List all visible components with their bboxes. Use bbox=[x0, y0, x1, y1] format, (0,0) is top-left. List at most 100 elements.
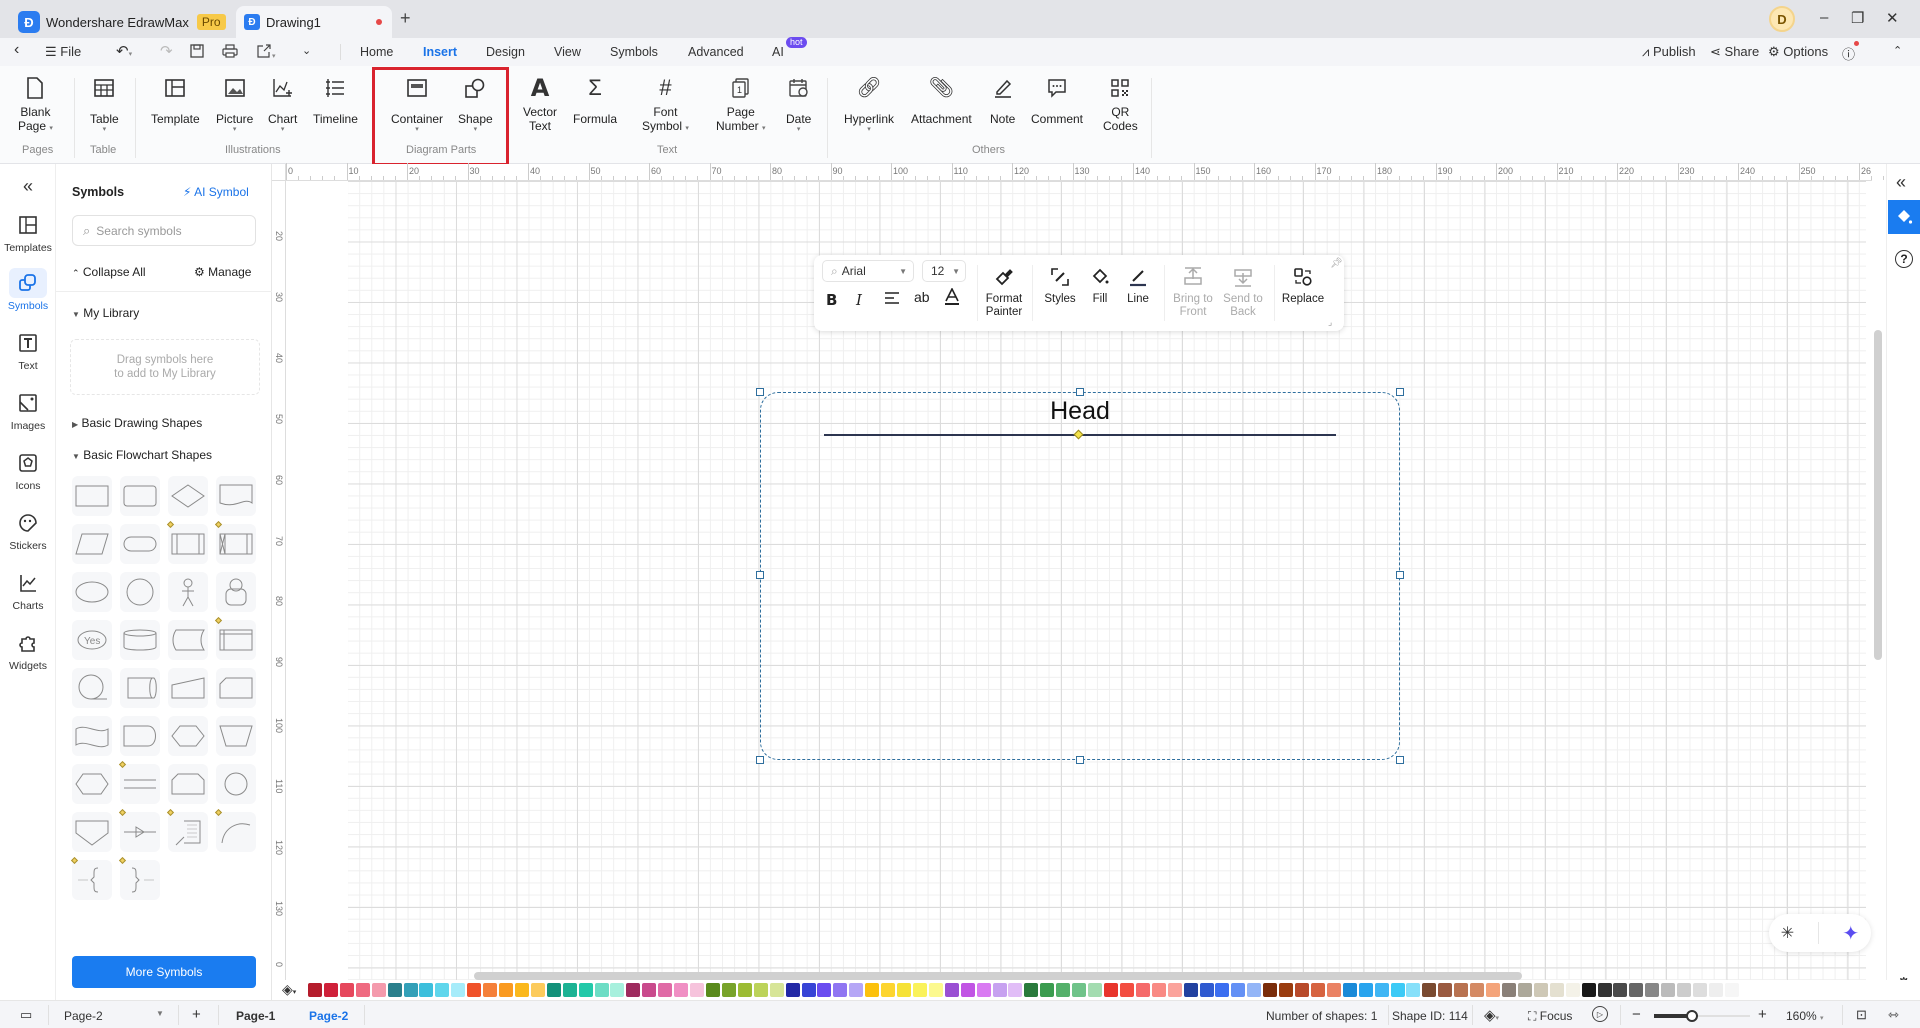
color-swatch[interactable] bbox=[833, 983, 848, 997]
color-swatch[interactable] bbox=[1677, 983, 1692, 997]
shape-item-decision[interactable] bbox=[168, 476, 208, 516]
nav-symbols[interactable]: Symbols bbox=[0, 268, 56, 312]
color-swatch[interactable] bbox=[530, 983, 545, 997]
bring-to-front-button[interactable]: Bring to Front bbox=[1168, 265, 1218, 319]
shape-item-arc[interactable] bbox=[214, 808, 256, 852]
fill-dropper-icon[interactable]: ◈▾ bbox=[282, 981, 296, 998]
color-swatch[interactable] bbox=[339, 983, 354, 997]
shape-item-card-tape[interactable] bbox=[168, 620, 208, 660]
color-swatch[interactable] bbox=[1422, 983, 1437, 997]
shape-item-user[interactable] bbox=[216, 572, 256, 612]
font-color-button[interactable] bbox=[944, 287, 960, 310]
color-swatch[interactable] bbox=[419, 983, 434, 997]
color-swatch[interactable] bbox=[992, 983, 1007, 997]
chart-button[interactable]: Chart ▾ bbox=[268, 76, 297, 134]
zoom-slider-thumb[interactable] bbox=[1686, 1010, 1699, 1022]
shape-item-card[interactable] bbox=[168, 764, 208, 804]
shape-item-ellipse[interactable] bbox=[72, 572, 112, 612]
note-button[interactable]: Note bbox=[990, 76, 1015, 126]
ai-symbol-button[interactable]: ⚡︎ AI Symbol bbox=[183, 185, 249, 199]
attachment-button[interactable]: 📎︎ Attachment bbox=[911, 76, 972, 126]
vector-text-button[interactable]: A Vector Text bbox=[523, 76, 557, 133]
share-button[interactable]: ⋖ Share bbox=[1710, 44, 1759, 60]
shape-item-off-page-reference[interactable] bbox=[72, 812, 112, 852]
add-page-button[interactable]: + bbox=[192, 1006, 201, 1023]
color-swatch[interactable] bbox=[1310, 983, 1325, 997]
color-swatch[interactable] bbox=[769, 983, 784, 997]
shape-item-manual-input[interactable] bbox=[168, 668, 208, 708]
ai-star-icon[interactable]: ✦ bbox=[1842, 921, 1859, 946]
tab-design[interactable]: Design bbox=[486, 45, 525, 59]
color-swatch[interactable] bbox=[658, 983, 673, 997]
color-swatch[interactable] bbox=[1119, 983, 1134, 997]
tab-insert[interactable]: Insert bbox=[423, 45, 457, 59]
color-swatch[interactable] bbox=[1661, 983, 1676, 997]
color-swatch[interactable] bbox=[1502, 983, 1516, 997]
table-button[interactable]: Table ▾ bbox=[90, 76, 119, 134]
color-swatch[interactable] bbox=[1549, 983, 1564, 997]
styles-button[interactable]: Styles bbox=[1038, 265, 1082, 306]
shape-item-connector[interactable] bbox=[216, 764, 256, 804]
user-avatar[interactable]: D bbox=[1769, 6, 1795, 32]
nav-widgets[interactable]: Widgets bbox=[0, 628, 56, 672]
shape-item-loop-limit[interactable] bbox=[216, 668, 256, 708]
tab-view[interactable]: View bbox=[554, 45, 581, 59]
line-button[interactable]: Line bbox=[1118, 265, 1158, 306]
more-quick-actions-icon[interactable]: ⌄ bbox=[302, 44, 311, 57]
new-tab-button[interactable]: + bbox=[400, 8, 411, 29]
collapse-panel-icon[interactable]: « bbox=[0, 176, 56, 197]
color-swatch[interactable] bbox=[897, 983, 912, 997]
template-button[interactable]: Template bbox=[151, 76, 200, 126]
undo-icon[interactable]: ↶▾ bbox=[116, 42, 132, 60]
color-swatch[interactable] bbox=[1724, 983, 1739, 997]
color-swatch[interactable] bbox=[1693, 983, 1708, 997]
page-tab-2[interactable]: Page-2 bbox=[309, 1009, 348, 1023]
hyperlink-button[interactable]: 🔗︎ Hyperlink ▾ bbox=[844, 76, 894, 134]
color-swatch[interactable] bbox=[706, 983, 720, 997]
zoom-in-button[interactable]: + bbox=[1758, 1006, 1767, 1023]
color-swatch[interactable] bbox=[499, 983, 514, 997]
manage-button[interactable]: ⚙ Manage bbox=[194, 265, 251, 279]
basic-drawing-shapes-header[interactable]: ▶ Basic Drawing Shapes bbox=[72, 416, 202, 430]
resize-handle[interactable] bbox=[756, 388, 764, 396]
zoom-out-button[interactable]: − bbox=[1632, 1006, 1641, 1023]
color-swatch[interactable] bbox=[403, 983, 418, 997]
save-icon[interactable] bbox=[190, 44, 204, 61]
nav-charts[interactable]: Charts bbox=[0, 568, 56, 612]
page-number-button[interactable]: 1 Page Number ▾ bbox=[716, 76, 766, 133]
basic-flowchart-shapes-header[interactable]: ▼ Basic Flowchart Shapes bbox=[72, 448, 212, 462]
resize-handle[interactable] bbox=[1396, 388, 1404, 396]
color-swatch[interactable] bbox=[912, 983, 927, 997]
color-swatch[interactable] bbox=[642, 983, 657, 997]
nav-text[interactable]: Text bbox=[0, 328, 56, 372]
blank-page-button[interactable]: Blank Page ▾ bbox=[18, 76, 53, 133]
formula-button[interactable]: Σ Formula bbox=[573, 76, 617, 127]
play-presentation-icon[interactable]: ▷ bbox=[1592, 1006, 1608, 1022]
color-swatch[interactable] bbox=[785, 983, 800, 997]
color-swatch[interactable] bbox=[387, 983, 402, 997]
options-button[interactable]: ⚙ Options bbox=[1768, 44, 1828, 60]
color-swatch[interactable] bbox=[578, 983, 593, 997]
shape-item-delay[interactable] bbox=[120, 716, 160, 756]
color-swatch[interactable] bbox=[1040, 983, 1055, 997]
color-swatch[interactable] bbox=[562, 983, 577, 997]
color-swatch[interactable] bbox=[355, 983, 370, 997]
bold-button[interactable]: B bbox=[826, 291, 837, 309]
color-swatch[interactable] bbox=[881, 983, 896, 997]
color-swatch[interactable] bbox=[976, 983, 991, 997]
color-swatch[interactable] bbox=[1581, 983, 1596, 997]
page-panel-toggle-icon[interactable]: ▭ bbox=[20, 1007, 32, 1023]
shape-item-actor[interactable] bbox=[168, 572, 208, 612]
color-swatch[interactable] bbox=[1183, 983, 1198, 997]
color-swatch[interactable] bbox=[594, 983, 609, 997]
shape-item-process[interactable] bbox=[72, 476, 112, 516]
shape-item-predefined-process-2[interactable] bbox=[214, 520, 256, 564]
my-library-header[interactable]: ▼ My Library bbox=[72, 306, 139, 320]
color-swatch[interactable] bbox=[1597, 983, 1612, 997]
zoom-level-select[interactable]: 160% ▾ bbox=[1786, 1009, 1824, 1023]
color-swatch[interactable] bbox=[1517, 983, 1532, 997]
resize-handle[interactable] bbox=[756, 571, 764, 579]
color-swatch[interactable] bbox=[1613, 983, 1628, 997]
color-swatch[interactable] bbox=[1088, 983, 1103, 997]
resize-handle[interactable] bbox=[1076, 756, 1084, 764]
